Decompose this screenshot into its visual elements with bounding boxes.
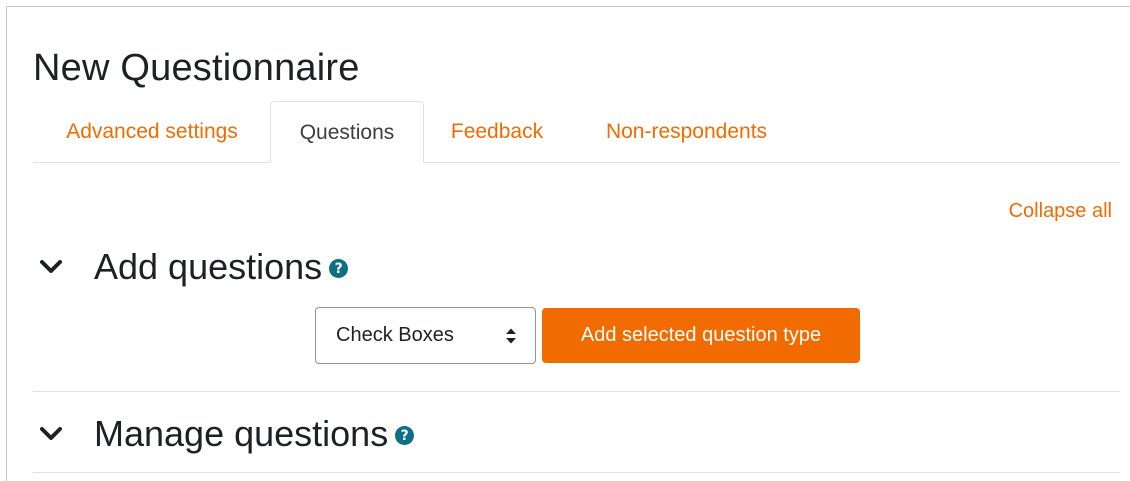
tab-questions[interactable]: Questions <box>270 101 424 163</box>
page-title: New Questionnaire <box>33 47 360 89</box>
chevron-down-icon[interactable] <box>38 421 64 447</box>
window-frame-left <box>6 6 7 481</box>
tab-feedback[interactable]: Feedback <box>428 101 566 162</box>
tab-non-respondents[interactable]: Non-respondents <box>574 101 799 162</box>
collapse-all-link[interactable]: Collapse all <box>1009 200 1112 223</box>
question-type-select[interactable]: Check Boxes <box>315 307 536 364</box>
add-selected-question-type-button[interactable]: Add selected question type <box>542 308 860 363</box>
section-divider <box>33 391 1120 392</box>
question-circle-icon[interactable]: ? <box>395 426 415 445</box>
add-questions-header[interactable]: Add questions ? <box>38 242 349 292</box>
sort-caret-icon <box>506 328 516 344</box>
question-type-selected-value: Check Boxes <box>336 324 454 346</box>
chevron-down-icon[interactable] <box>38 254 64 280</box>
manage-questions-header[interactable]: Manage questions ? <box>38 409 415 459</box>
add-questions-title: Add questions <box>94 246 323 287</box>
tab-advanced-settings[interactable]: Advanced settings <box>33 101 271 162</box>
tab-bar: Advanced settings Questions Feedback Non… <box>33 101 1120 163</box>
section-divider <box>33 472 1120 473</box>
manage-questions-title: Manage questions <box>94 413 389 454</box>
question-circle-icon[interactable]: ? <box>329 259 349 278</box>
window-frame-top <box>6 6 1130 7</box>
